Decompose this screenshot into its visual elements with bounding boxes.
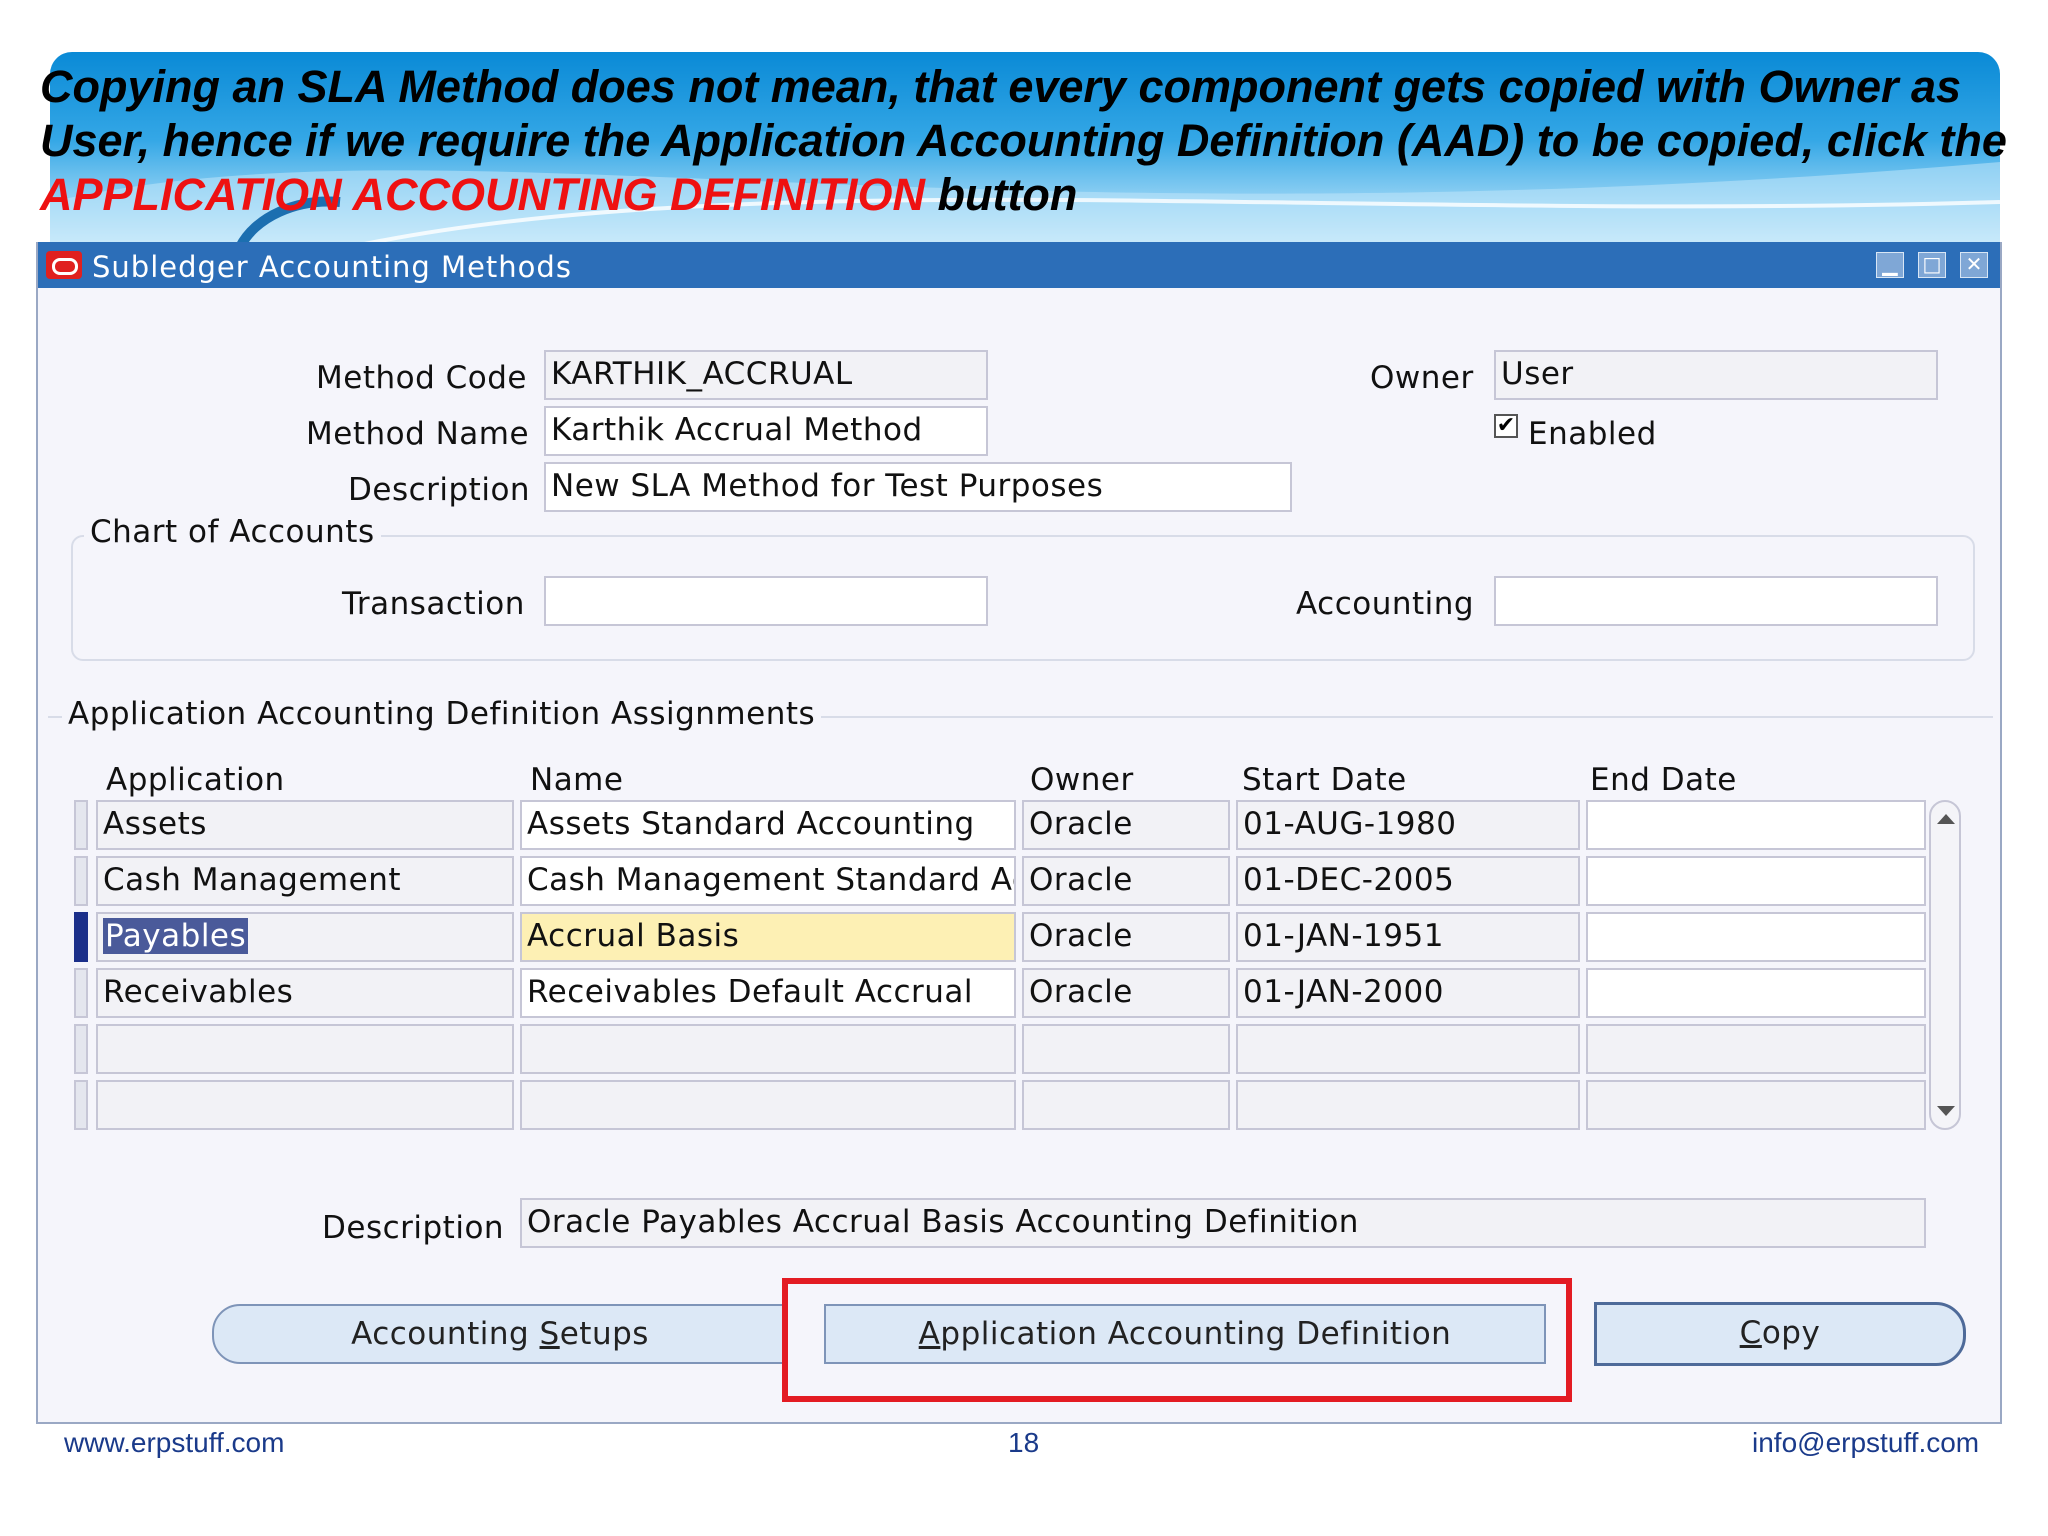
column-header-end-date: End Date	[1590, 762, 1737, 798]
cell-owner[interactable]: Oracle	[1022, 800, 1230, 850]
copy-mnemonic: C	[1739, 1315, 1762, 1351]
slide-title-highlight: APPLICATION ACCOUNTING DEFINITION	[40, 169, 925, 220]
owner-field[interactable]: User	[1494, 350, 1938, 400]
transaction-label: Transaction	[342, 586, 525, 622]
method-code-field[interactable]: KARTHIK_ACCRUAL	[544, 350, 988, 400]
footer-page-number: 18	[1008, 1427, 1040, 1458]
cell-application[interactable]: Assets	[96, 800, 514, 850]
cell-end-date[interactable]	[1586, 1024, 1926, 1074]
column-header-owner: Owner	[1030, 762, 1134, 798]
minimize-icon[interactable]: ▁	[1876, 252, 1904, 278]
cell-application-selected[interactable]: Payables	[96, 912, 514, 962]
column-header-application: Application	[106, 762, 285, 798]
cell-owner[interactable]: Oracle	[1022, 968, 1230, 1018]
cell-owner[interactable]: Oracle	[1022, 856, 1230, 906]
cell-name[interactable]	[520, 1024, 1016, 1074]
cell-application[interactable]	[96, 1024, 514, 1074]
table-scrollbar[interactable]	[1929, 800, 1961, 1130]
scroll-up-icon[interactable]	[1937, 814, 1955, 824]
subledger-accounting-methods-window: Subledger Accounting Methods ▁ □ ✕ Metho…	[36, 242, 2002, 1424]
method-name-field[interactable]: Karthik Accrual Method	[544, 406, 988, 456]
cell-end-date[interactable]	[1586, 912, 1926, 962]
method-code-label: Method Code	[316, 360, 527, 396]
cell-start-date[interactable]: 01-JAN-2000	[1236, 968, 1580, 1018]
slide-title-text: Copying an SLA Method does not mean, tha…	[40, 61, 2007, 166]
cell-application[interactable]: Receivables	[96, 968, 514, 1018]
selected-text: Payables	[103, 918, 249, 954]
column-header-start-date: Start Date	[1242, 762, 1407, 798]
footer-website: www.erpstuff.com	[64, 1427, 285, 1458]
aad-description-field[interactable]: Oracle Payables Accrual Basis Accounting…	[520, 1198, 1926, 1248]
window-title: Subledger Accounting Methods	[92, 250, 572, 284]
description-field[interactable]: New SLA Method for Test Purposes	[544, 462, 1292, 512]
column-header-name: Name	[530, 762, 624, 798]
highlight-callout-box	[782, 1278, 1572, 1402]
enabled-label: Enabled	[1528, 416, 1657, 452]
cell-start-date[interactable]	[1236, 1080, 1580, 1130]
cell-end-date[interactable]	[1586, 1080, 1926, 1130]
accounting-label: Accounting	[1296, 586, 1475, 622]
cell-name[interactable]: Cash Management Standard Acc	[520, 856, 1016, 906]
close-icon[interactable]: ✕	[1960, 252, 1988, 278]
cell-name[interactable]: Receivables Default Accrual	[520, 968, 1016, 1018]
accounting-setups-label-rest: etups	[559, 1316, 649, 1352]
description-label: Description	[348, 472, 531, 508]
accounting-field[interactable]	[1494, 576, 1938, 626]
cell-owner[interactable]	[1022, 1080, 1230, 1130]
maximize-icon[interactable]: □	[1918, 252, 1946, 278]
cell-application[interactable]: Cash Management	[96, 856, 514, 906]
enabled-checkbox[interactable]: ✔	[1494, 414, 1518, 438]
assignments-group-label: Application Accounting Definition Assign…	[62, 696, 822, 732]
cell-owner[interactable]	[1022, 1024, 1230, 1074]
cell-name-current[interactable]: Accrual Basis	[520, 912, 1016, 962]
row-indicator[interactable]	[74, 800, 88, 850]
copy-label: opy	[1761, 1315, 1821, 1351]
copy-button[interactable]: Copy	[1594, 1302, 1966, 1366]
cell-start-date[interactable]: 01-DEC-2005	[1236, 856, 1580, 906]
cell-end-date[interactable]	[1586, 968, 1926, 1018]
accounting-setups-label: Accounting	[351, 1316, 540, 1352]
cell-start-date[interactable]	[1236, 1024, 1580, 1074]
row-indicator-current[interactable]	[74, 912, 88, 962]
slide-title-suffix: button	[924, 169, 1078, 220]
cell-end-date[interactable]	[1586, 800, 1926, 850]
accounting-setups-mnemonic: S	[539, 1316, 560, 1352]
scroll-down-icon[interactable]	[1937, 1106, 1955, 1116]
cell-application[interactable]	[96, 1080, 514, 1130]
cell-name[interactable]	[520, 1080, 1016, 1130]
method-name-label: Method Name	[306, 416, 530, 452]
transaction-field[interactable]	[544, 576, 988, 626]
oracle-logo-icon	[46, 251, 82, 279]
cell-name[interactable]: Assets Standard Accounting	[520, 800, 1016, 850]
window-titlebar[interactable]: Subledger Accounting Methods ▁ □ ✕	[38, 242, 2000, 288]
cell-owner[interactable]: Oracle	[1022, 912, 1230, 962]
cell-end-date[interactable]	[1586, 856, 1926, 906]
row-indicator[interactable]	[74, 968, 88, 1018]
cell-start-date[interactable]: 01-JAN-1951	[1236, 912, 1580, 962]
row-indicator[interactable]	[74, 1024, 88, 1074]
chart-of-accounts-label: Chart of Accounts	[84, 514, 381, 550]
slide-title: Copying an SLA Method does not mean, tha…	[40, 60, 2010, 222]
owner-label: Owner	[1370, 360, 1474, 396]
row-indicator[interactable]	[74, 856, 88, 906]
footer-email: info@erpstuff.com	[1752, 1427, 1980, 1458]
accounting-setups-button[interactable]: Accounting Setups	[212, 1304, 788, 1364]
aad-description-label: Description	[322, 1210, 505, 1246]
row-indicator[interactable]	[74, 1080, 88, 1130]
cell-start-date[interactable]: 01-AUG-1980	[1236, 800, 1580, 850]
